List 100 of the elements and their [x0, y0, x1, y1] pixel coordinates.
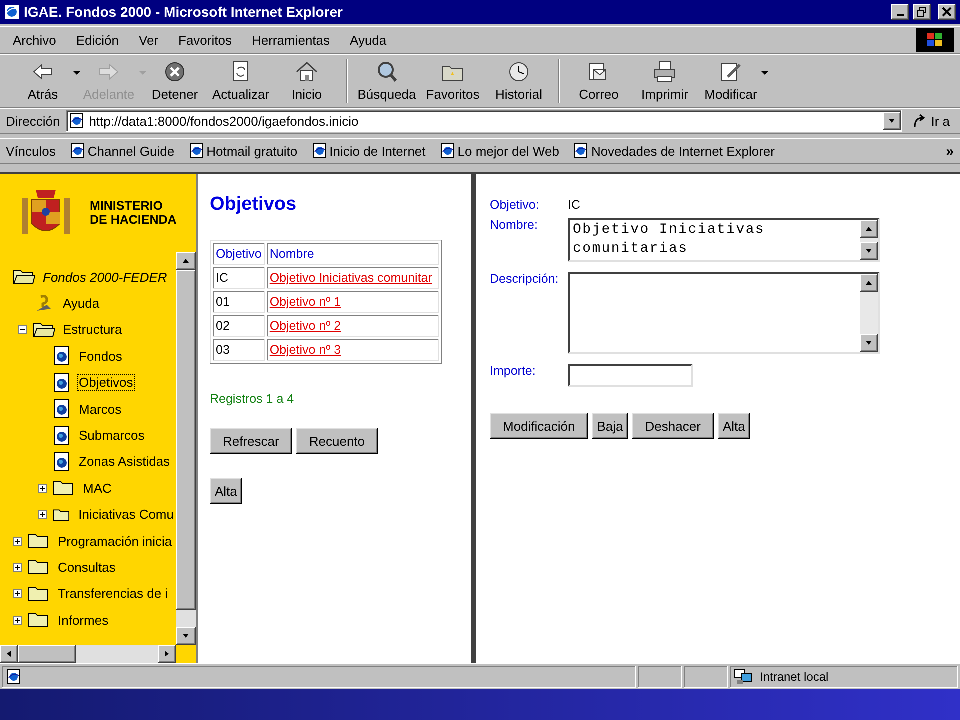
- expand-toggle[interactable]: [13, 589, 22, 598]
- tree-item[interactable]: Estructura: [61, 321, 124, 338]
- scroll-down-button[interactable]: [860, 242, 878, 260]
- address-field[interactable]: http://data1:8000/fondos2000/igaefondos.inicio: [66, 110, 902, 132]
- dropdown-button[interactable]: [883, 112, 902, 130]
- status-pane: [638, 666, 682, 688]
- toolbar-button[interactable]: Historial: [486, 60, 552, 102]
- toolbar-button[interactable]: Atrás: [10, 60, 76, 102]
- address-label: Dirección: [6, 114, 60, 128]
- expand-toggle[interactable]: [13, 536, 22, 546]
- action-button[interactable]: Deshacer: [632, 413, 714, 439]
- expand-toggle[interactable]: [38, 510, 47, 520]
- scroll-down-button[interactable]: [176, 627, 196, 645]
- toolbar-button[interactable]: Favoritos: [420, 60, 486, 102]
- table-cell: 03: [213, 339, 265, 361]
- link-button[interactable]: Inicio de Internet: [312, 143, 426, 159]
- expand-toggle[interactable]: [13, 562, 22, 572]
- page-icon: [70, 143, 86, 159]
- add-button[interactable]: Alta: [210, 478, 242, 504]
- toolbar-button[interactable]: Búsqueda: [354, 60, 420, 102]
- action-button[interactable]: Alta: [718, 413, 750, 439]
- page-icon: [573, 143, 590, 159]
- plus-icon: [14, 616, 21, 624]
- page-icon: [69, 113, 86, 129]
- document-icon: [53, 452, 71, 472]
- scroll-right-button[interactable]: [158, 645, 176, 663]
- menu-item[interactable]: Favoritos: [172, 30, 239, 50]
- tree-item[interactable]: Submarcos: [77, 427, 147, 444]
- column-header: Nombre: [266, 243, 439, 265]
- close-button[interactable]: [938, 4, 956, 20]
- expand-toggle[interactable]: [18, 325, 27, 334]
- window-title: IGAE. Fondos 2000 - Microsoft Internet Explorer: [24, 4, 344, 20]
- tree-item[interactable]: Zonas Asistidas: [77, 453, 172, 470]
- tree-item[interactable]: Fondos 2000-FEDER: [41, 268, 170, 286]
- go-button[interactable]: Ir a: [908, 113, 954, 129]
- page-icon: [188, 143, 205, 159]
- ministry-name: DE HACIENDA: [90, 213, 177, 227]
- tree-item[interactable]: Fondos: [77, 348, 124, 365]
- scroll-down-button[interactable]: [860, 334, 878, 352]
- column-header: Objetivo: [213, 243, 265, 265]
- link-button[interactable]: Hotmail gratuito: [188, 143, 298, 159]
- plus-icon: [14, 564, 21, 571]
- record-count: Registros 1 a 4: [210, 392, 294, 406]
- menu-item[interactable]: Ver: [132, 30, 166, 50]
- maximize-button[interactable]: [913, 4, 931, 20]
- scroll-left-button[interactable]: [0, 645, 18, 663]
- open-folder-icon: [33, 320, 55, 339]
- plus-icon: [14, 590, 21, 598]
- toolbar-button[interactable]: Imprimir: [632, 60, 698, 102]
- folder-icon: [28, 532, 50, 550]
- toolbar-button[interactable]: Actualizar: [208, 60, 274, 102]
- link-button[interactable]: Channel Guide: [70, 143, 175, 159]
- toolbar-button[interactable]: Inicio: [274, 60, 340, 102]
- page-heading: Objetivos: [210, 194, 297, 216]
- amount-field[interactable]: [568, 364, 693, 387]
- tree-item[interactable]: MAC: [81, 480, 114, 497]
- horizontal-scrollbar[interactable]: [0, 645, 176, 663]
- link-button[interactable]: Lo mejor del Web: [440, 143, 560, 159]
- menu-item[interactable]: Archivo: [6, 30, 64, 50]
- link-button[interactable]: Novedades de Internet Explorer: [573, 143, 775, 159]
- page-icon: [440, 143, 456, 159]
- action-button[interactable]: Recuento: [296, 428, 378, 454]
- more-links-button[interactable]: »: [946, 143, 954, 159]
- folder-icon: [53, 479, 75, 498]
- menu-item[interactable]: Herramientas: [244, 30, 338, 50]
- field-value: IC: [568, 198, 582, 212]
- scroll-up-button[interactable]: [176, 252, 196, 270]
- scroll-up-button[interactable]: [860, 274, 878, 292]
- tree-item[interactable]: Marcos: [77, 400, 124, 418]
- tree-item[interactable]: Transferencias de i: [56, 585, 170, 602]
- action-button[interactable]: Refrescar: [210, 428, 292, 454]
- minimize-button[interactable]: [891, 4, 909, 20]
- tree-item[interactable]: Iniciativas Comu: [76, 506, 176, 524]
- menu-item[interactable]: Edición: [69, 30, 126, 50]
- tree-item[interactable]: Programación inicia: [56, 532, 174, 550]
- action-button[interactable]: Modificación: [490, 413, 588, 439]
- toolbar-button[interactable]: Modificar: [698, 60, 764, 102]
- caret-icon[interactable]: [760, 70, 770, 76]
- action-button[interactable]: Baja: [592, 413, 628, 439]
- description-field[interactable]: [568, 272, 880, 354]
- tree-item[interactable]: Consultas: [56, 558, 118, 576]
- tree-item[interactable]: Ayuda: [61, 295, 102, 312]
- document-icon: [53, 346, 71, 366]
- scroll-thumb[interactable]: [18, 645, 76, 663]
- expand-toggle[interactable]: [38, 484, 47, 493]
- toolbar-button[interactable]: Correo: [566, 60, 632, 102]
- security-zone: Intranet local: [760, 670, 829, 684]
- menu-item[interactable]: Ayuda: [343, 30, 394, 50]
- scroll-up-button[interactable]: [860, 220, 878, 238]
- expand-toggle[interactable]: [13, 616, 22, 625]
- name-field[interactable]: Objetivo Iniciativas comunitarias: [568, 218, 880, 262]
- house-icon: [294, 60, 320, 84]
- tree-item[interactable]: Objetivos: [77, 374, 136, 392]
- page-icon: [312, 143, 328, 159]
- open-folder-icon: [13, 268, 35, 286]
- plus-icon: [39, 484, 46, 492]
- caret-icon[interactable]: [72, 70, 82, 76]
- document-icon: [53, 372, 71, 393]
- tree-item[interactable]: Informes: [56, 612, 111, 629]
- toolbar-button[interactable]: Detener: [142, 60, 208, 102]
